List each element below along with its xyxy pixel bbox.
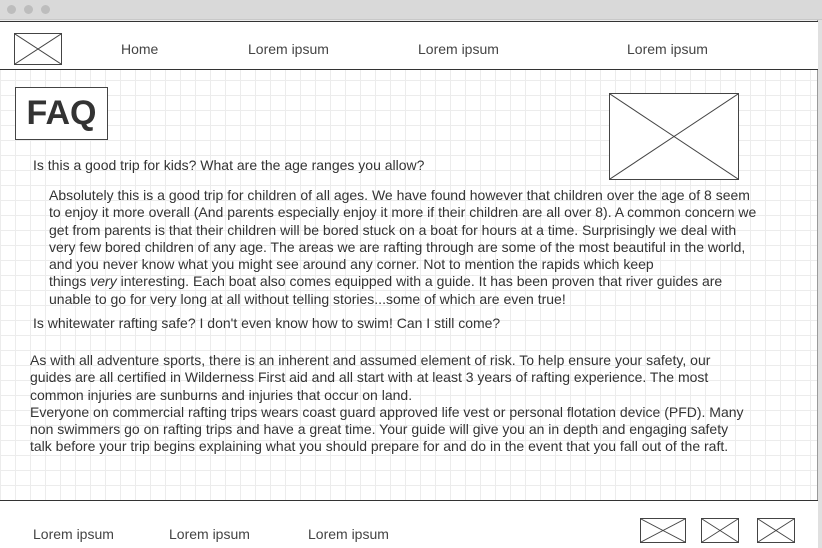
faq-answer-1: Absolutely this is a good trip for child… bbox=[49, 187, 809, 308]
page-title: FAQ bbox=[15, 87, 108, 140]
footer: Lorem ipsum Lorem ipsum Lorem ipsum bbox=[0, 500, 818, 548]
answer-line: non swimmers go on rafting trips and hav… bbox=[30, 421, 729, 438]
faq-question-2: Is whitewater rafting safe? I don't even… bbox=[33, 315, 501, 331]
nav-link-4[interactable]: Lorem ipsum bbox=[627, 41, 708, 57]
answer-line: guides are all certified in Wilderness F… bbox=[30, 369, 709, 386]
window-scrollbar[interactable] bbox=[817, 20, 822, 548]
faq-answer-2: As with all adventure sports, there is a… bbox=[30, 352, 810, 456]
answer-text: things bbox=[49, 273, 91, 290]
window-minimize-dot[interactable] bbox=[24, 5, 33, 14]
emphasis-text: very bbox=[90, 273, 117, 290]
nav-link-home[interactable]: Home bbox=[121, 41, 158, 57]
hero-image-placeholder bbox=[609, 93, 739, 180]
window-maximize-dot[interactable] bbox=[41, 5, 50, 14]
answer-line: get from parents is that their children … bbox=[49, 221, 737, 238]
answer-text: interesting. Each boat also comes equipp… bbox=[116, 273, 723, 290]
answer-line: As with all adventure sports, there is a… bbox=[30, 352, 711, 368]
nav-link-3[interactable]: Lorem ipsum bbox=[418, 41, 499, 57]
footer-link-1[interactable]: Lorem ipsum bbox=[33, 526, 114, 542]
nav-link-2[interactable]: Lorem ipsum bbox=[248, 41, 329, 57]
answer-line: and you never know what you might see ar… bbox=[49, 256, 654, 273]
faq-question-1: Is this a good trip for kids? What are t… bbox=[33, 157, 425, 173]
footer-link-2[interactable]: Lorem ipsum bbox=[169, 526, 250, 542]
answer-line: unable to go for very long at all withou… bbox=[49, 290, 566, 307]
answer-line: talk before your trip begins explaining … bbox=[30, 438, 729, 455]
social-icon-placeholder-3[interactable] bbox=[757, 518, 795, 543]
answer-line: common injuries are sunburns and injurie… bbox=[30, 386, 413, 403]
footer-link-3[interactable]: Lorem ipsum bbox=[308, 526, 389, 542]
social-icon-placeholder-1[interactable] bbox=[640, 518, 686, 543]
window-titlebar bbox=[0, 0, 822, 20]
answer-line: Absolutely this is a good trip for child… bbox=[49, 187, 750, 203]
answer-line: Everyone on commercial rafting trips wea… bbox=[30, 403, 744, 420]
navbar: Home Lorem ipsum Lorem ipsum Lorem ipsum bbox=[0, 21, 818, 70]
social-icon-placeholder-2[interactable] bbox=[701, 518, 739, 543]
answer-line: very few bored children of any age. The … bbox=[49, 238, 746, 255]
logo-image-placeholder bbox=[14, 33, 62, 65]
answer-line: things very interesting. Each boat also … bbox=[49, 273, 809, 290]
window-close-dot[interactable] bbox=[7, 5, 16, 14]
answer-line: to enjoy it more overall (And parents es… bbox=[49, 204, 757, 221]
